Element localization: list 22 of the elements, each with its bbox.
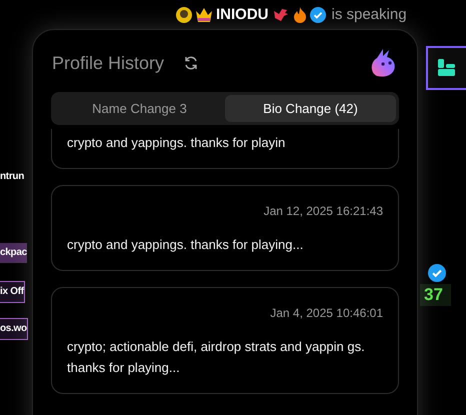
bio-text: crypto and yappings. thanks for playin (67, 134, 286, 152)
tab[interactable]: Name Change 3 (54, 95, 225, 122)
bio-text: crypto; actionable defi, airdrop strats and yappin gs. thanks for playing... (67, 338, 366, 377)
speaker-status: is speaking (332, 6, 407, 24)
blocks-icon (437, 58, 457, 78)
dialog-title: Profile History (52, 52, 164, 74)
score-badge: 37 (420, 284, 451, 306)
entry-date: Jan 4, 2025 10:46:01 (270, 305, 383, 322)
list-item[interactable]: ntrun (0, 167, 24, 187)
entry-date: Jan 12, 2025 16:21:43 (264, 203, 383, 220)
refresh-icon[interactable] (184, 56, 198, 70)
app-button[interactable] (426, 46, 466, 90)
speaker-name: INIODU (216, 6, 268, 24)
crown-icon (195, 7, 213, 23)
list-item[interactable]: os.wo (0, 318, 28, 340)
verified-icon (310, 7, 326, 23)
list-item[interactable]: ckpac (0, 243, 27, 263)
fire-icon (292, 7, 306, 23)
list-item[interactable]: ix Off (0, 281, 25, 303)
verified-icon (428, 264, 446, 282)
bio-text: crypto and yappings. thanks for playing... (67, 236, 304, 254)
tab[interactable]: Bio Change (42) (225, 95, 396, 122)
